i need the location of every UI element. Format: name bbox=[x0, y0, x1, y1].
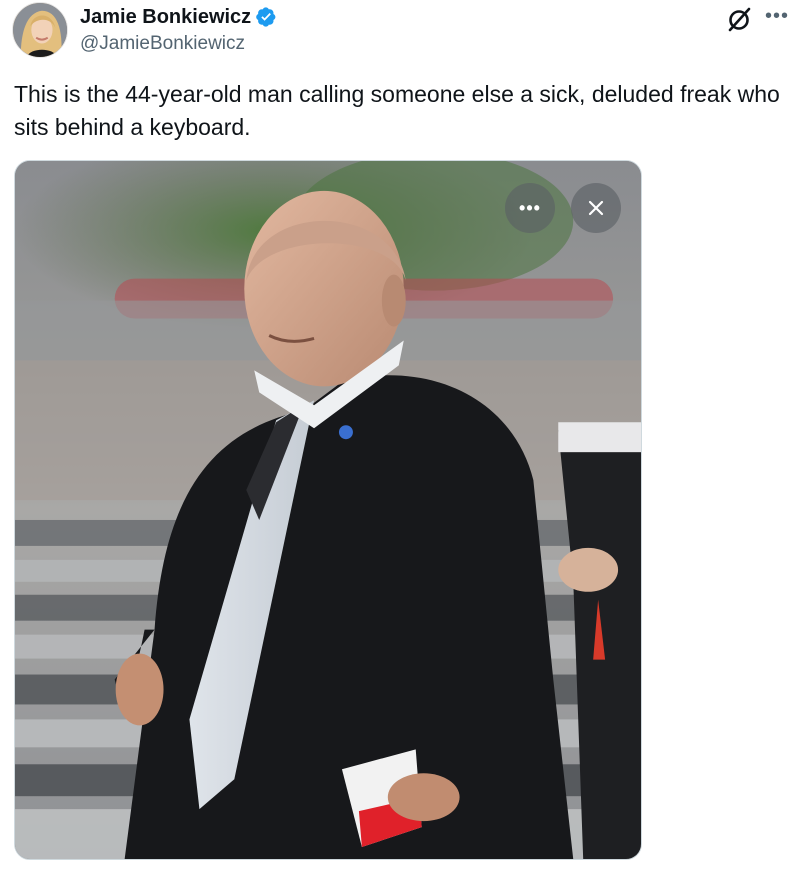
media-more-button[interactable]: ••• bbox=[505, 183, 555, 233]
post: Jamie Bonkiewicz @JamieBonkiewicz ••• Th… bbox=[0, 0, 800, 879]
more-options-icon[interactable]: ••• bbox=[762, 2, 792, 30]
more-horizontal-icon: ••• bbox=[519, 198, 541, 218]
avatar-image bbox=[13, 3, 67, 57]
close-icon bbox=[588, 200, 604, 216]
tweet-photo[interactable] bbox=[15, 161, 641, 859]
verified-badge-icon bbox=[256, 7, 276, 27]
author-name-row: Jamie Bonkiewicz bbox=[80, 5, 277, 29]
author-display-name[interactable]: Jamie Bonkiewicz bbox=[80, 5, 251, 29]
tweet-text: This is the 44-year-old man calling some… bbox=[14, 81, 780, 140]
media-close-button[interactable] bbox=[571, 183, 621, 233]
tweet-media[interactable]: ••• bbox=[14, 160, 642, 860]
author-avatar[interactable] bbox=[12, 2, 68, 58]
grok-icon[interactable] bbox=[724, 4, 754, 34]
author-handle[interactable]: @JamieBonkiewicz bbox=[80, 33, 245, 55]
